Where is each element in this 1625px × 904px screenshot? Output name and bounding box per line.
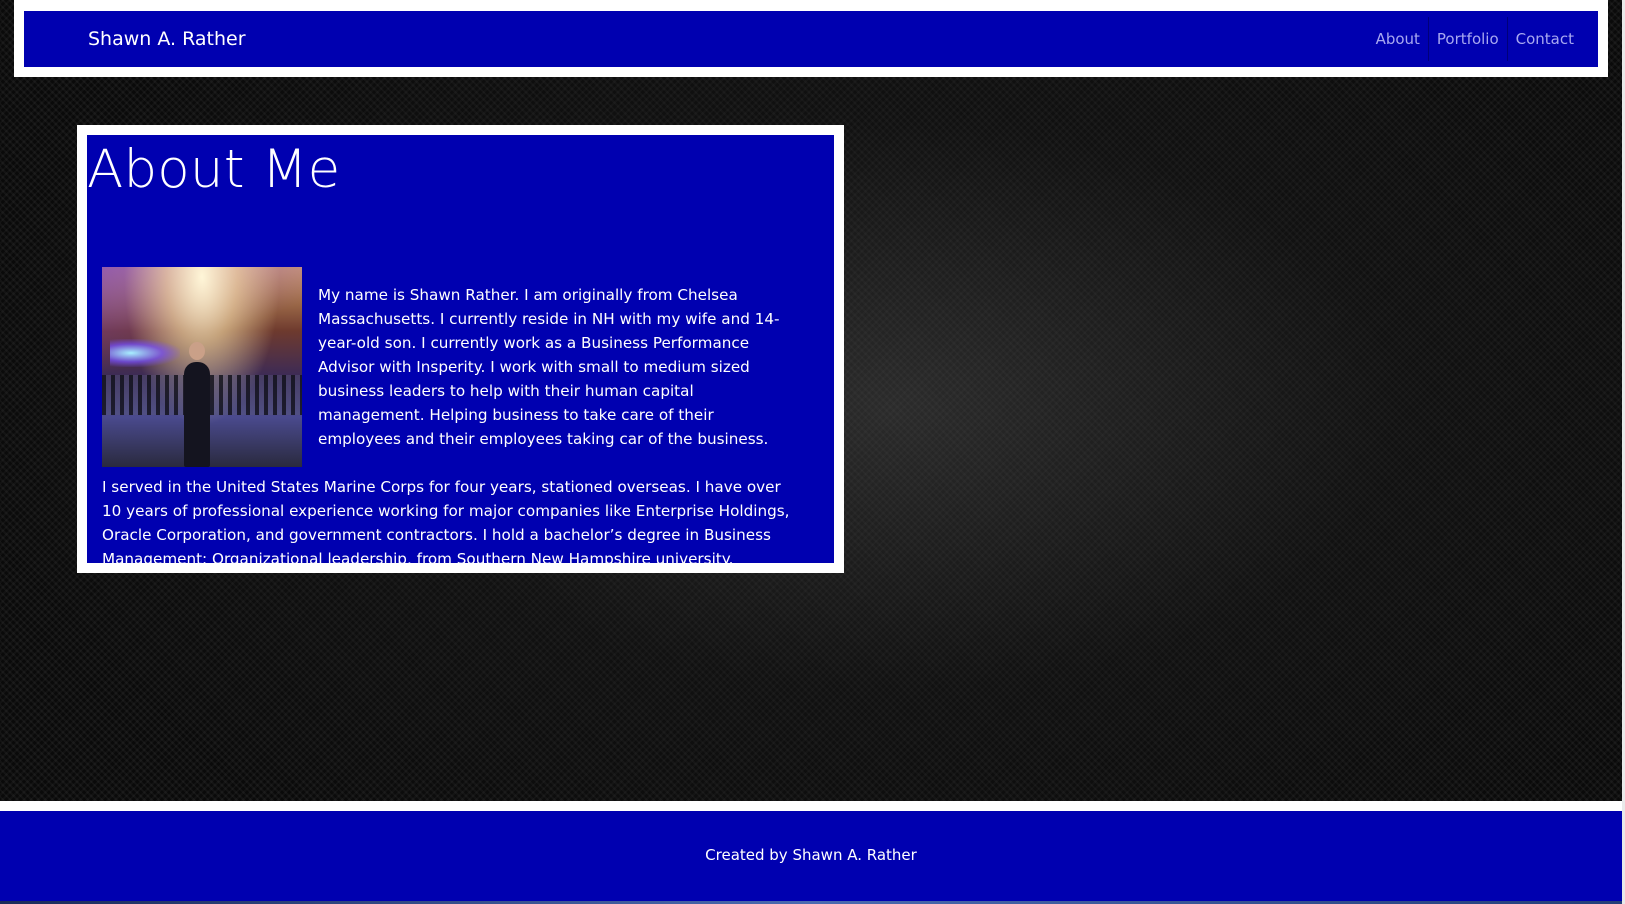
about-paragraph-2: I served in the United States Marine Cor… — [102, 478, 790, 568]
about-text: My name is Shawn Rather. I am originally… — [102, 267, 792, 595]
footer-divider — [0, 801, 1622, 811]
page-title: About Me — [87, 139, 341, 200]
footer-credit: Created by Shawn A. Rather — [705, 846, 917, 864]
nav-links: About Portfolio Contact — [1368, 17, 1582, 61]
about-card: About Me My name is Shawn Rather. I am o… — [87, 135, 834, 568]
photo-stage-lights — [110, 339, 180, 367]
navbar: Shawn A. Rather About Portfolio Contact — [24, 11, 1598, 67]
nav-link-contact[interactable]: Contact — [1506, 17, 1582, 61]
photo-person — [184, 342, 210, 467]
nav-link-portfolio[interactable]: Portfolio — [1427, 17, 1507, 61]
brand-title[interactable]: Shawn A. Rather — [88, 11, 246, 67]
navbar-frame: Shawn A. Rather About Portfolio Contact — [14, 0, 1608, 77]
nav-link-about[interactable]: About — [1368, 17, 1428, 61]
profile-photo — [102, 267, 302, 467]
footer: Created by Shawn A. Rather — [0, 811, 1622, 901]
about-card-frame: About Me My name is Shawn Rather. I am o… — [77, 125, 844, 573]
